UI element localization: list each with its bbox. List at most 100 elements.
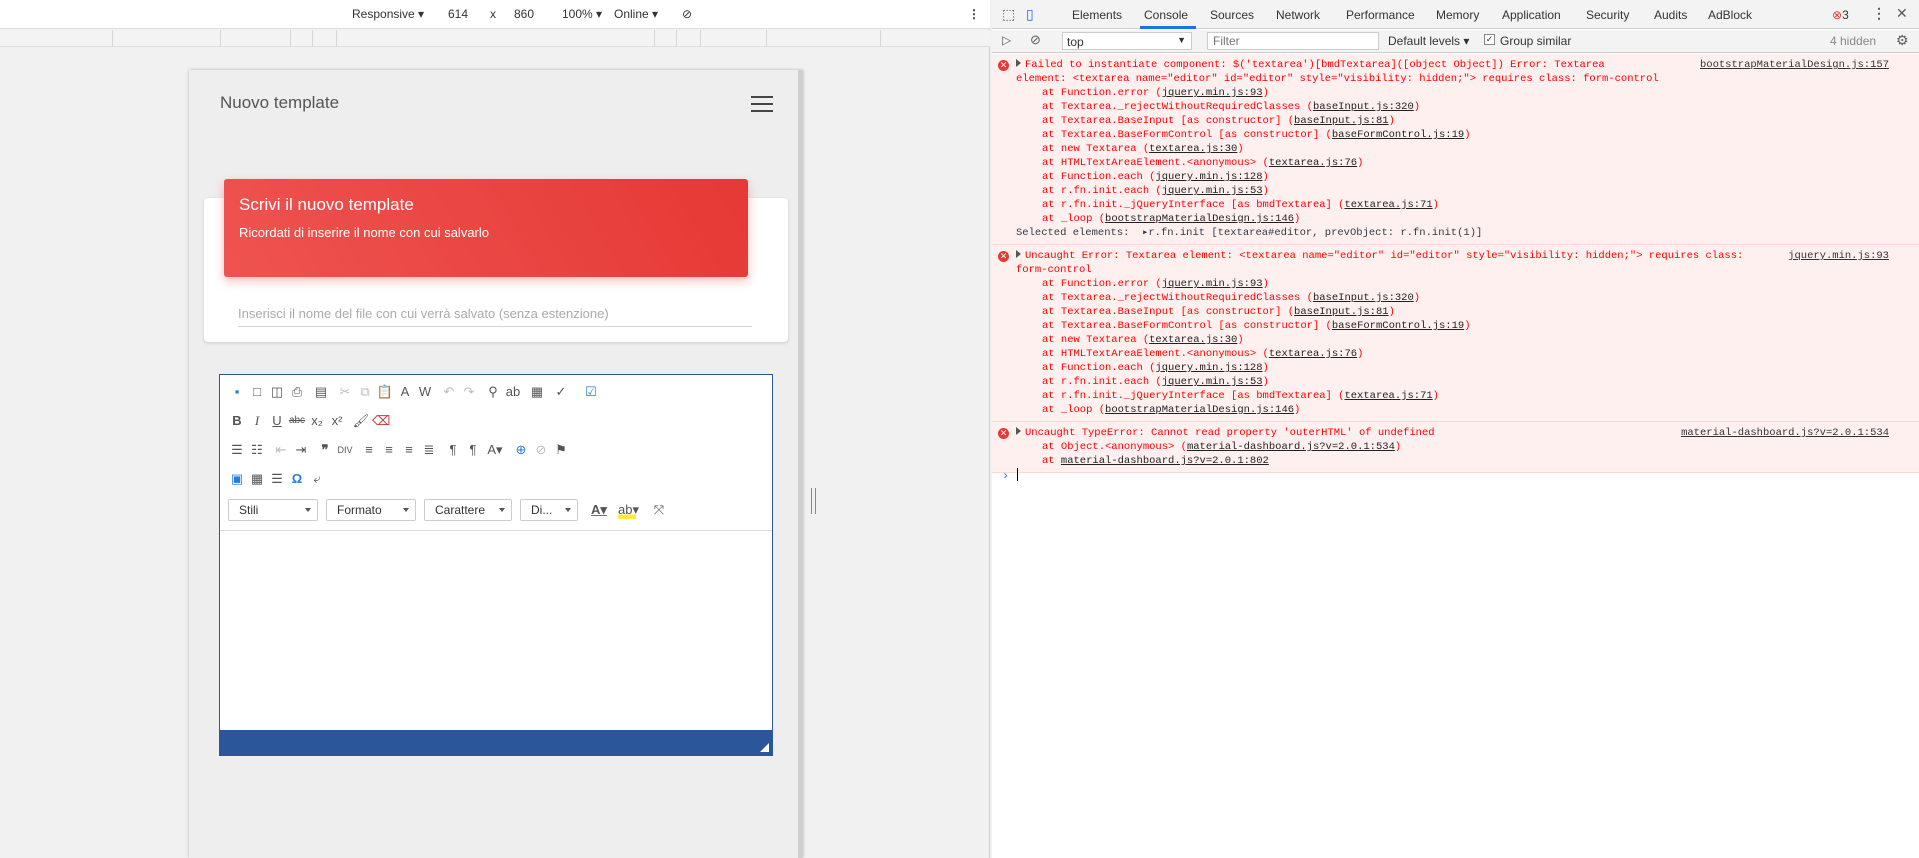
tab-performance[interactable]: Performance (1346, 8, 1415, 22)
print-icon[interactable]: ⎙ (288, 383, 306, 401)
inspect-element-icon[interactable]: ⬚ (1002, 6, 1015, 23)
tab-audits[interactable]: Audits (1654, 8, 1687, 22)
tab-security[interactable]: Security (1586, 8, 1629, 22)
replace-icon[interactable]: ab (504, 383, 522, 401)
stack-frame-link[interactable]: textarea.js:71 (1344, 390, 1432, 402)
stack-frame-link[interactable]: textarea.js:76 (1269, 157, 1357, 169)
close-devtools-icon[interactable]: ✕ (1896, 5, 1908, 22)
stack-frame-link[interactable]: baseInput.js:320 (1313, 292, 1414, 304)
network-select[interactable]: Online ▾ (614, 7, 658, 21)
tab-elements[interactable]: Elements (1072, 8, 1122, 22)
width-input[interactable]: 614 (448, 7, 468, 21)
filter-input[interactable] (1207, 32, 1379, 50)
tab-network[interactable]: Network (1276, 8, 1320, 22)
more-options-icon[interactable]: ⋮ (968, 7, 980, 21)
align-right-icon[interactable]: ≡ (400, 441, 418, 459)
zoom-select[interactable]: 100% ▾ (562, 7, 602, 21)
filename-input[interactable] (238, 301, 752, 327)
console-error-message[interactable]: ✕ material-dashboard.js?v=2.0.1:534 Uncaug… (992, 422, 1919, 473)
viewport-scrollbar[interactable] (798, 70, 803, 858)
stack-frame-link[interactable]: baseInput.js:320 (1313, 101, 1414, 113)
console-error-message[interactable]: ✕ bootstrapMaterialDesign.js:157 Failed to… (992, 54, 1919, 245)
height-input[interactable]: 860 (514, 7, 534, 21)
ltr-icon[interactable]: ¶ (444, 441, 462, 459)
log-levels-select[interactable]: Default levels ▾ (1388, 34, 1469, 48)
checkbox-icon[interactable]: ☑ (582, 383, 600, 401)
stack-frame-link[interactable]: textarea.js:30 (1149, 334, 1237, 346)
tab-memory[interactable]: Memory (1436, 8, 1479, 22)
copy-format-icon[interactable]: 🖌 (352, 412, 370, 430)
stack-frame-link[interactable]: material-dashboard.js?v=2.0.1:534 (1187, 441, 1395, 453)
customize-menu-icon[interactable]: ⋮ (1872, 5, 1886, 22)
tab-application[interactable]: Application (1502, 8, 1561, 22)
console-prompt[interactable]: › (992, 468, 1919, 486)
context-select[interactable]: top ▼ (1062, 32, 1192, 50)
copy-icon[interactable]: ⧉ (356, 383, 374, 401)
tab-console[interactable]: Console (1144, 8, 1188, 22)
stack-frame-link[interactable]: baseInput.js:81 (1294, 115, 1389, 127)
stack-frame-link[interactable]: baseFormControl.js:19 (1332, 129, 1464, 141)
justify-icon[interactable]: ≣ (420, 441, 438, 459)
redo-icon[interactable]: ↷ (460, 383, 478, 401)
save-icon[interactable]: ▪ (228, 383, 246, 401)
message-source-link[interactable]: material-dashboard.js?v=2.0.1:534 (1681, 426, 1889, 440)
spellcheck-icon[interactable]: ✓ (552, 383, 570, 401)
stack-frame-link[interactable]: baseInput.js:81 (1294, 306, 1389, 318)
hamburger-menu-icon[interactable] (751, 96, 773, 112)
size-combo[interactable]: Di... (520, 499, 578, 521)
stack-frame-link[interactable]: material-dashboard.js?v=2.0.1:802 (1061, 455, 1269, 467)
image-icon[interactable]: ▣ (228, 470, 246, 488)
stack-frame-link[interactable]: jquery.min.js:128 (1155, 362, 1262, 374)
media-query-ruler[interactable] (0, 30, 990, 47)
console-settings-gear-icon[interactable]: ⚙ (1896, 32, 1909, 49)
format-combo[interactable]: Formato (326, 499, 416, 521)
expand-triangle-icon[interactable] (1016, 59, 1021, 67)
device-toolbar-icon[interactable]: ▯ (1026, 6, 1034, 23)
stack-frame-link[interactable]: jquery.min.js:53 (1162, 376, 1263, 388)
strikethrough-icon[interactable]: abc (288, 412, 306, 430)
templates-icon[interactable]: ▤ (312, 383, 330, 401)
stack-frame-link[interactable]: textarea.js:30 (1149, 143, 1237, 155)
paste-text-icon[interactable]: A (396, 383, 414, 401)
error-counter[interactable]: ⊗3 (1832, 8, 1849, 22)
stack-frame-link[interactable]: jquery.min.js:93 (1162, 87, 1263, 99)
stack-frame-link[interactable]: textarea.js:76 (1269, 348, 1357, 360)
select-all-icon[interactable]: ▦ (528, 383, 546, 401)
outdent-icon[interactable]: ⇤ (272, 441, 290, 459)
text-color-icon[interactable]: A▾ (590, 501, 608, 519)
new-page-icon[interactable]: □ (248, 383, 266, 401)
stack-frame-link[interactable]: baseFormControl.js:19 (1332, 320, 1464, 332)
console-error-message[interactable]: ✕ jquery.min.js:93 Uncaught Error: Textare… (992, 245, 1919, 422)
link-icon[interactable]: ⊕ (512, 441, 530, 459)
styles-combo[interactable]: Stili (228, 499, 318, 521)
subscript-icon[interactable]: x₂ (308, 412, 326, 430)
horizontal-line-icon[interactable]: ☰ (268, 470, 286, 488)
tab-adblock[interactable]: AdBlock (1708, 8, 1752, 22)
unlink-icon[interactable]: ⊘ (532, 441, 550, 459)
stack-frame-link[interactable]: textarea.js:71 (1344, 199, 1432, 211)
editor-content-area[interactable] (220, 532, 772, 731)
remove-format-icon[interactable]: ⌫ (372, 412, 390, 430)
message-source-link[interactable]: jquery.min.js:93 (1788, 249, 1889, 263)
stack-frame-link[interactable]: bootstrapMaterialDesign.js:146 (1105, 404, 1294, 416)
bulleted-list-icon[interactable]: ☷ (248, 441, 266, 459)
undo-icon[interactable]: ↶ (440, 383, 458, 401)
message-source-link[interactable]: bootstrapMaterialDesign.js:157 (1700, 58, 1889, 72)
blockquote-icon[interactable]: ❞ (316, 441, 334, 459)
underline-icon[interactable]: U (268, 412, 286, 430)
expand-triangle-icon[interactable] (1016, 427, 1021, 435)
stack-frame-link[interactable]: jquery.min.js:53 (1162, 185, 1263, 197)
tab-sources[interactable]: Sources (1210, 8, 1254, 22)
preview-icon[interactable]: ◫ (268, 383, 286, 401)
page-break-icon[interactable]: ⤶ (308, 470, 326, 488)
cut-icon[interactable]: ✂ (336, 383, 354, 401)
table-icon[interactable]: ▦ (248, 470, 266, 488)
clear-console-icon[interactable]: ⊘ (1030, 32, 1041, 48)
special-char-icon[interactable]: Ω (288, 470, 306, 488)
group-similar-checkbox[interactable]: ✓ (1484, 34, 1495, 45)
anchor-icon[interactable]: ⚑ (552, 441, 570, 459)
resize-handle-icon[interactable] (760, 743, 769, 752)
stack-frame-link[interactable]: bootstrapMaterialDesign.js:146 (1105, 213, 1294, 225)
rotate-icon[interactable]: ⊘ (682, 7, 692, 21)
align-center-icon[interactable]: ≡ (380, 441, 398, 459)
